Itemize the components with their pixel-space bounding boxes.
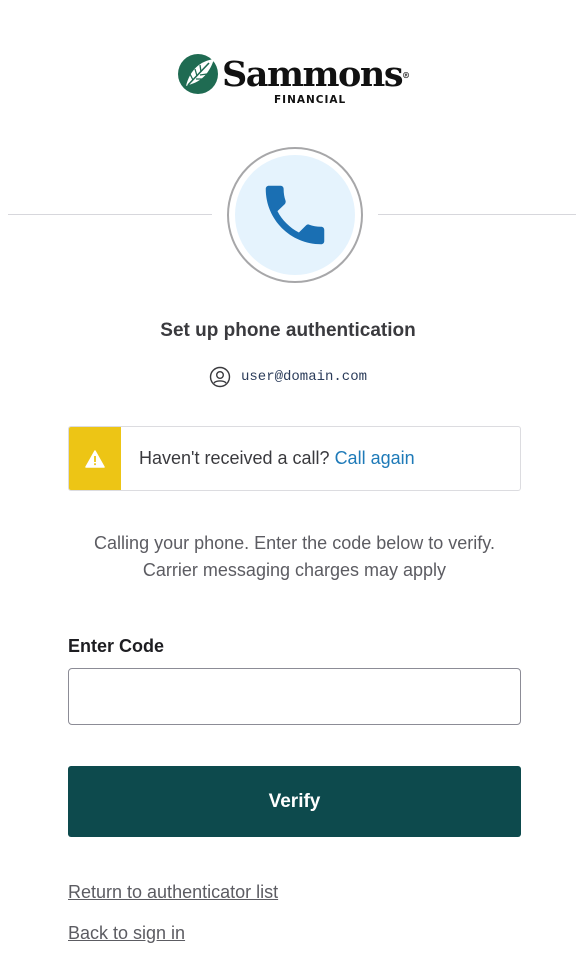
factor-beacon-fill — [235, 155, 355, 275]
logo-subtitle: FINANCIAL — [274, 94, 347, 106]
factor-beacon — [227, 147, 363, 283]
callout-text: Haven't received a call? Call again — [121, 448, 415, 469]
user-identifier: user@domain.com — [0, 366, 576, 388]
verify-button[interactable]: Verify — [68, 766, 521, 837]
instructions-line-2: Carrier messaging charges may apply — [142, 560, 447, 580]
page-title: Set up phone authentication — [160, 320, 416, 341]
code-input[interactable] — [68, 668, 521, 725]
user-circle-icon — [209, 366, 231, 388]
instructions: Calling your phone. Enter the code below… — [68, 530, 521, 584]
user-identifier-text: user@domain.com — [240, 369, 368, 385]
warning-callout: Haven't received a call? Call again — [68, 426, 521, 491]
warning-icon — [85, 449, 105, 468]
instructions-line-1: Calling your phone. Enter the code below… — [94, 533, 495, 553]
divider-right — [378, 214, 576, 215]
leaf-logo-icon — [178, 54, 218, 94]
back-to-sign-in-link[interactable]: Back to sign in — [68, 923, 185, 944]
callout-message: Haven't received a call? — [139, 448, 330, 468]
divider-left — [8, 214, 212, 215]
phone-icon — [265, 185, 325, 245]
call-again-link[interactable]: Call again — [335, 448, 415, 468]
enter-code-label: Enter Code — [68, 636, 165, 656]
callout-icon-box — [69, 427, 121, 490]
sammons-logo: Sammons® FINANCIAL — [0, 52, 576, 108]
logo-wordmark: Sammons® — [222, 54, 411, 95]
return-to-authenticator-list-link[interactable]: Return to authenticator list — [68, 882, 278, 903]
